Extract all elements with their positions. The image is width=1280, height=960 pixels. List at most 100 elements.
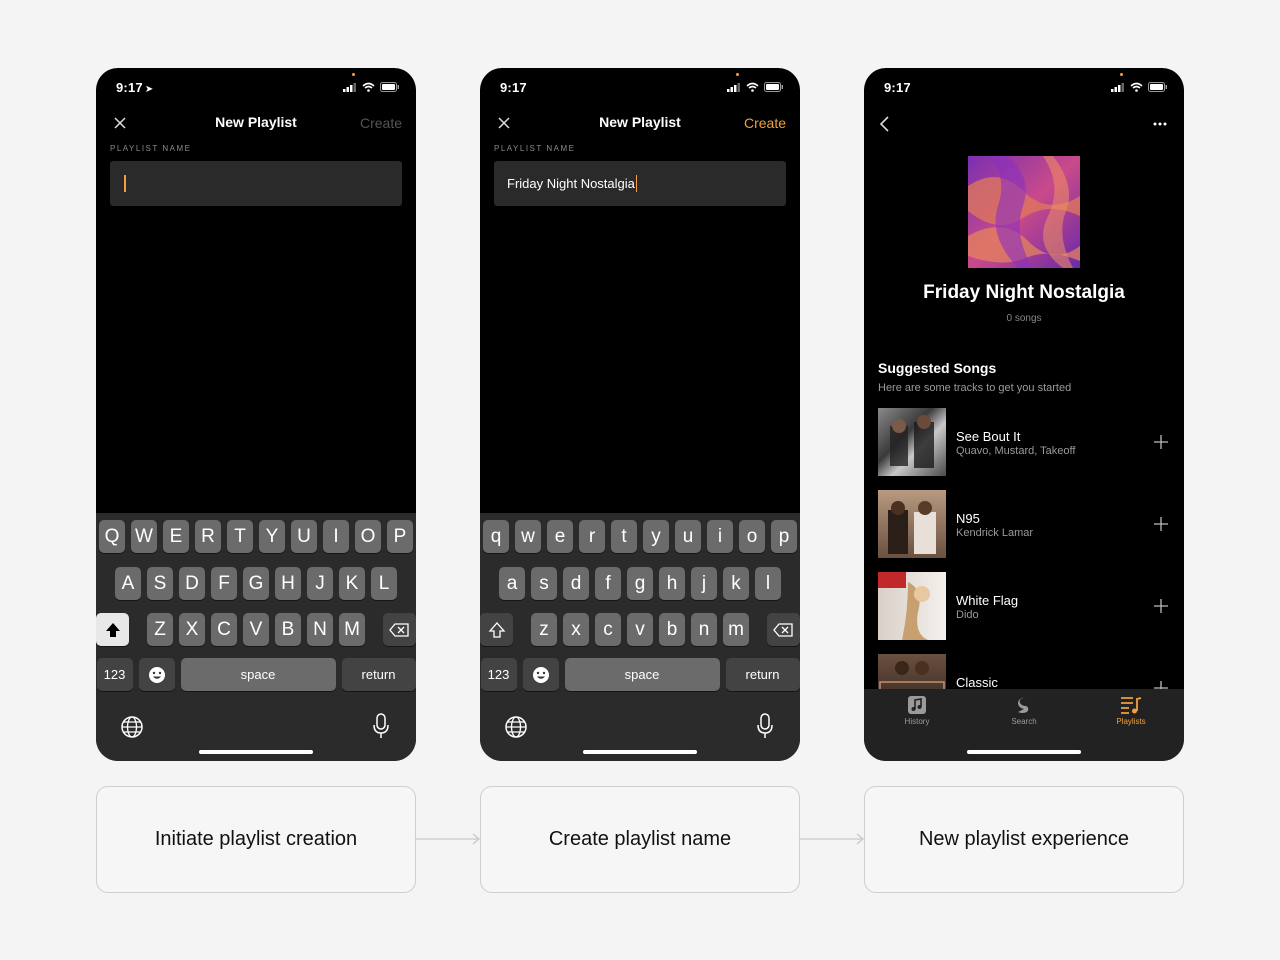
key-z[interactable]: Z [147, 613, 173, 646]
keyboard-row-3: ZXCVBNM [96, 613, 416, 646]
key-y[interactable]: Y [259, 520, 285, 553]
song-row[interactable]: See Bout It Quavo, Mustard, Takeoff [864, 408, 1184, 478]
microphone-icon[interactable] [756, 713, 774, 739]
key-z[interactable]: z [531, 613, 557, 646]
key-x[interactable]: x [563, 613, 589, 646]
globe-icon[interactable] [504, 715, 528, 739]
key-d[interactable]: d [563, 567, 589, 600]
flow-arrow-icon [799, 833, 865, 845]
song-title: N95 [956, 511, 980, 526]
key-n[interactable]: n [691, 613, 717, 646]
key-m[interactable]: m [723, 613, 749, 646]
key-j[interactable]: j [691, 567, 717, 600]
key-g[interactable]: G [243, 567, 269, 600]
key-u[interactable]: U [291, 520, 317, 553]
privacy-dot-icon [1120, 73, 1123, 76]
battery-icon [764, 82, 783, 92]
key-v[interactable]: V [243, 613, 269, 646]
return-key[interactable]: return [725, 658, 800, 691]
key-p[interactable]: P [387, 520, 413, 553]
backspace-icon [389, 622, 409, 637]
flow-arrow-icon [415, 833, 481, 845]
key-d[interactable]: D [179, 567, 205, 600]
signal-icon [343, 82, 356, 92]
numbers-key[interactable]: 123 [480, 658, 517, 691]
emoji-key[interactable] [138, 658, 175, 691]
key-i[interactable]: I [323, 520, 349, 553]
more-options-icon[interactable] [1152, 121, 1168, 127]
key-l[interactable]: L [371, 567, 397, 600]
song-row[interactable]: N95 Kendrick Lamar [864, 490, 1184, 560]
keyboard: QWERTYUIOP ASDFGHJKL ZXCVBNM 123 space r… [96, 513, 416, 761]
globe-icon[interactable] [120, 715, 144, 739]
tab-search[interactable]: Search [984, 695, 1064, 726]
key-b[interactable]: b [659, 613, 685, 646]
emoji-key[interactable] [522, 658, 559, 691]
key-m[interactable]: M [339, 613, 365, 646]
key-b[interactable]: B [275, 613, 301, 646]
key-t[interactable]: t [611, 520, 637, 553]
space-key[interactable]: space [180, 658, 336, 691]
key-k[interactable]: k [723, 567, 749, 600]
playlist-name-label: PLAYLIST NAME [110, 144, 192, 153]
backspace-key[interactable] [766, 613, 800, 646]
key-w[interactable]: W [131, 520, 157, 553]
space-key[interactable]: space [564, 658, 720, 691]
key-r[interactable]: r [579, 520, 605, 553]
key-n[interactable]: N [307, 613, 333, 646]
key-s[interactable]: S [147, 567, 173, 600]
key-x[interactable]: X [179, 613, 205, 646]
key-c[interactable]: C [211, 613, 237, 646]
key-f[interactable]: f [595, 567, 621, 600]
key-a[interactable]: A [115, 567, 141, 600]
playlist-name-label: PLAYLIST NAME [494, 144, 576, 153]
suggested-songs-list: See Bout It Quavo, Mustard, Takeoff N95 … [864, 408, 1184, 689]
add-icon[interactable] [1154, 681, 1168, 689]
playlist-name-input[interactable] [110, 161, 402, 206]
key-r[interactable]: R [195, 520, 221, 553]
tab-history[interactable]: History [877, 695, 957, 726]
key-e[interactable]: e [547, 520, 573, 553]
key-o[interactable]: o [739, 520, 765, 553]
backspace-key[interactable] [382, 613, 416, 646]
key-a[interactable]: a [499, 567, 525, 600]
key-h[interactable]: H [275, 567, 301, 600]
key-i[interactable]: i [707, 520, 733, 553]
return-key[interactable]: return [341, 658, 416, 691]
key-k[interactable]: K [339, 567, 365, 600]
back-chevron-icon[interactable] [878, 115, 892, 133]
key-p[interactable]: p [771, 520, 797, 553]
song-artist: Quavo, Mustard, Takeoff [956, 445, 1076, 457]
key-f[interactable]: F [211, 567, 237, 600]
playlist-title: Friday Night Nostalgia [923, 282, 1125, 303]
key-w[interactable]: w [515, 520, 541, 553]
key-l[interactable]: l [755, 567, 781, 600]
key-q[interactable]: q [483, 520, 509, 553]
song-row[interactable]: Classic [864, 654, 1184, 689]
key-e[interactable]: E [163, 520, 189, 553]
shift-key[interactable] [480, 613, 514, 646]
create-button[interactable]: Create [360, 115, 402, 131]
key-v[interactable]: v [627, 613, 653, 646]
microphone-icon[interactable] [372, 713, 390, 739]
create-button[interactable]: Create [744, 115, 786, 131]
add-icon[interactable] [1154, 435, 1168, 449]
key-q[interactable]: Q [99, 520, 125, 553]
song-row[interactable]: White Flag Dido [864, 572, 1184, 642]
playlist-name-input[interactable]: Friday Night Nostalgia [494, 161, 786, 206]
numbers-key[interactable]: 123 [96, 658, 133, 691]
status-bar: 9:17 [480, 68, 800, 108]
key-u[interactable]: u [675, 520, 701, 553]
key-t[interactable]: T [227, 520, 253, 553]
key-j[interactable]: J [307, 567, 333, 600]
key-h[interactable]: h [659, 567, 685, 600]
key-s[interactable]: s [531, 567, 557, 600]
add-icon[interactable] [1154, 517, 1168, 531]
key-c[interactable]: c [595, 613, 621, 646]
shift-key[interactable] [96, 613, 130, 646]
key-g[interactable]: g [627, 567, 653, 600]
add-icon[interactable] [1154, 599, 1168, 613]
key-o[interactable]: O [355, 520, 381, 553]
key-y[interactable]: y [643, 520, 669, 553]
tab-playlists[interactable]: Playlists [1091, 695, 1171, 726]
